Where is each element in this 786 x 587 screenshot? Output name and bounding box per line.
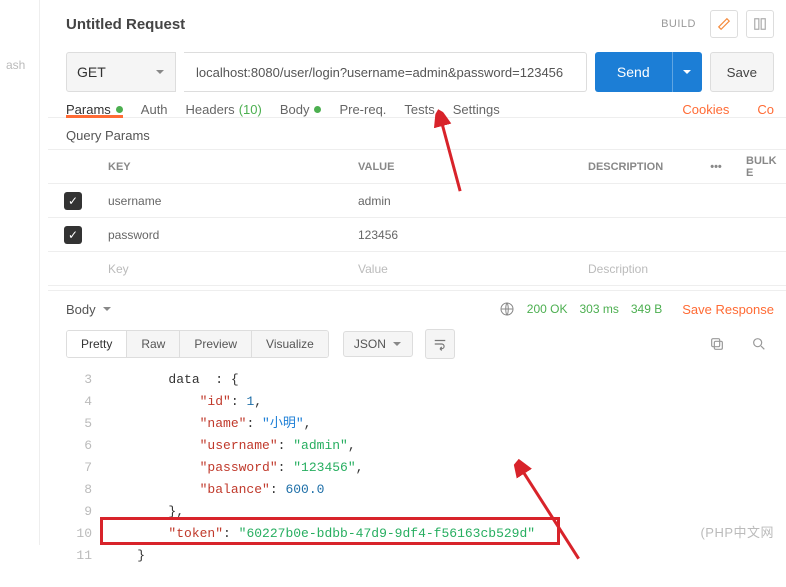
format-select[interactable]: JSON	[343, 331, 413, 357]
checkbox-checked-icon[interactable]: ✓	[64, 192, 82, 210]
annotate-icon[interactable]	[710, 10, 738, 38]
param-value-placeholder[interactable]: Value	[348, 262, 578, 276]
table-row-empty[interactable]: Key Value Description	[48, 252, 786, 286]
chevron-down-icon	[392, 339, 402, 349]
code-link[interactable]: Co	[757, 102, 774, 117]
tab-settings[interactable]: Settings	[453, 102, 500, 117]
response-body[interactable]: 3 data : { 4 "id": 1,5 "name": "小明",6 "u…	[48, 365, 786, 587]
sidebar-fragment: ash	[0, 50, 39, 80]
tab-tests[interactable]: Tests	[404, 102, 434, 117]
chevron-down-icon	[155, 67, 165, 77]
col-desc: DESCRIPTION	[578, 161, 696, 173]
save-button[interactable]: Save	[710, 52, 774, 92]
table-row[interactable]: ✓ password 123456	[48, 218, 786, 252]
copy-icon[interactable]	[702, 329, 732, 359]
param-value[interactable]: 123456	[348, 228, 578, 242]
view-visualize[interactable]: Visualize	[252, 331, 328, 357]
response-size: 349 B	[631, 302, 662, 316]
status-dot	[314, 106, 321, 113]
send-button[interactable]: Send	[595, 52, 672, 92]
tab-prereq[interactable]: Pre-req.	[339, 102, 386, 117]
build-label: BUILD	[661, 18, 696, 30]
annotation-box	[100, 517, 560, 545]
param-desc-placeholder[interactable]: Description	[578, 262, 696, 276]
send-dropdown[interactable]	[672, 52, 702, 92]
status-code: 200 OK	[527, 302, 568, 316]
cookies-link[interactable]: Cookies	[682, 102, 729, 117]
response-tab-body[interactable]: Body	[66, 302, 112, 317]
chevron-down-icon	[682, 67, 692, 77]
more-icon[interactable]: •••	[696, 161, 736, 173]
view-raw[interactable]: Raw	[127, 331, 180, 357]
bulk-edit-link[interactable]: Bulk E	[736, 155, 786, 179]
param-key[interactable]: password	[98, 228, 348, 242]
table-row[interactable]: ✓ username admin	[48, 184, 786, 218]
view-pretty[interactable]: Pretty	[67, 331, 127, 357]
wrap-icon[interactable]	[425, 329, 455, 359]
col-key: KEY	[98, 161, 348, 173]
status-dot	[116, 106, 123, 113]
method-select[interactable]: GET	[66, 52, 176, 92]
chevron-down-icon	[102, 304, 112, 314]
param-key-placeholder[interactable]: Key	[98, 262, 348, 276]
view-preview[interactable]: Preview	[180, 331, 252, 357]
request-title: Untitled Request	[66, 16, 653, 33]
save-response-link[interactable]: Save Response	[682, 302, 774, 317]
tab-body[interactable]: Body	[280, 102, 322, 117]
tab-headers[interactable]: Headers(10)	[186, 102, 262, 117]
view-mode-segment: Pretty Raw Preview Visualize	[66, 330, 329, 358]
param-key[interactable]: username	[98, 194, 348, 208]
response-time: 303 ms	[580, 302, 619, 316]
method-label: GET	[77, 64, 155, 80]
watermark: (PHP中文网	[700, 522, 774, 541]
url-input[interactable]	[184, 52, 587, 92]
globe-icon[interactable]	[499, 301, 515, 317]
tab-auth[interactable]: Auth	[141, 102, 168, 117]
search-icon[interactable]	[744, 329, 774, 359]
checkbox-checked-icon[interactable]: ✓	[64, 226, 82, 244]
layout-icon[interactable]	[746, 10, 774, 38]
tab-params[interactable]: Params	[66, 102, 123, 117]
